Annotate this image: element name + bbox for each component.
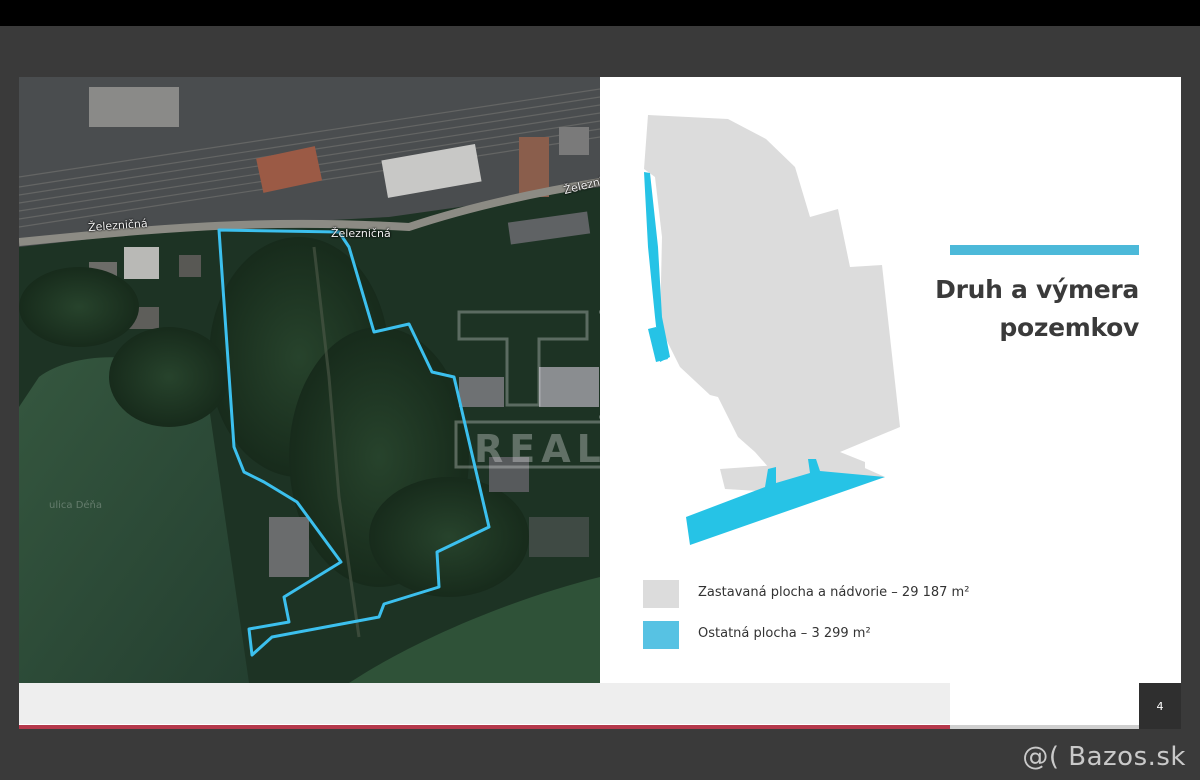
aerial-map: Železničná Železničná Železničná ulica D… bbox=[19, 77, 671, 683]
watermark-text: REAL bbox=[474, 427, 607, 471]
footer-gray-line bbox=[950, 725, 1139, 729]
bazos-watermark: @( Bazos.sk bbox=[1022, 742, 1186, 772]
top-black-bar bbox=[0, 0, 1200, 26]
street-label: Železničná bbox=[331, 227, 391, 240]
field-label: ulica Déňa bbox=[49, 500, 103, 511]
page-title: Druh a výmera pozemkov bbox=[839, 271, 1139, 347]
footer-accent-line bbox=[19, 725, 950, 729]
legend-label-other: Ostatná plocha – 3 299 m² bbox=[698, 626, 871, 641]
title-line-1: Druh a výmera bbox=[935, 275, 1139, 304]
legend-label-built: Zastavaná plocha a nádvorie – 29 187 m² bbox=[698, 585, 970, 600]
legend-swatch-other bbox=[643, 621, 679, 649]
page-number: 4 bbox=[1139, 683, 1181, 729]
slide-footer: 4 bbox=[19, 683, 1181, 729]
title-line-2: pozemkov bbox=[999, 313, 1139, 342]
aerial-photo bbox=[19, 77, 671, 683]
footer-band bbox=[19, 683, 950, 724]
legend-swatch-built bbox=[643, 580, 679, 608]
presentation-slide: Železničná Železničná Železničná ulica D… bbox=[19, 77, 1181, 729]
accent-bar bbox=[950, 245, 1139, 255]
